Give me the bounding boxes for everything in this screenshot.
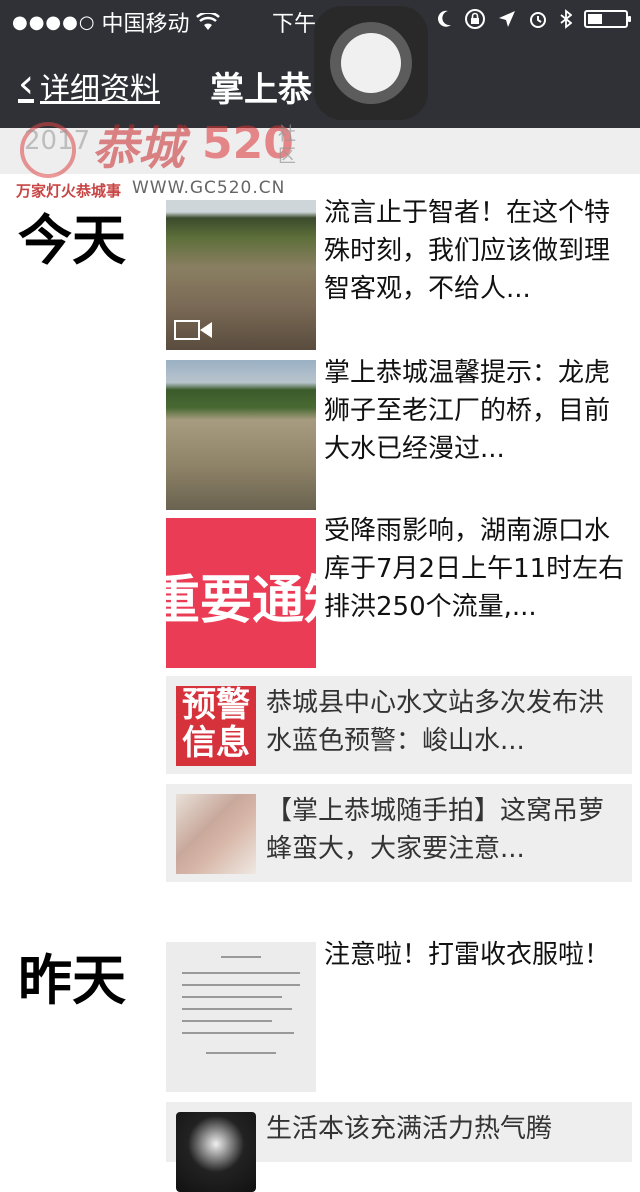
battery-icon xyxy=(584,10,631,28)
article-title: 受降雨影响，湖南源口水库于7月2日上午11时左右排洪250个流量,... xyxy=(324,516,625,622)
back-label: 详细资料 xyxy=(40,72,160,107)
badge-line-1: 预警 xyxy=(182,686,250,725)
wifi-icon xyxy=(195,13,220,30)
location-icon xyxy=(499,11,515,27)
section-label-yesterday: 昨天 xyxy=(18,949,126,1012)
warning-badge: 预警 信息 xyxy=(176,686,256,766)
watermark-url: WWW.GC520.CN xyxy=(132,178,286,198)
article-title: 【掌上恭城随手拍】这窝吊萝蜂蛮大，大家要注意... xyxy=(266,796,605,864)
article-title: 生活本该充满活力热气腾 xyxy=(266,1114,553,1144)
status-icons xyxy=(438,8,631,30)
article-card[interactable]: 生活本该充满活力热气腾 xyxy=(166,1102,632,1192)
rotation-lock-icon xyxy=(465,9,485,29)
article-thumbnail xyxy=(176,794,256,874)
article-title: 掌上恭城温馨提示：龙虎狮子至老江厂的桥，目前大水已经漫过... xyxy=(324,358,611,464)
watermark-community: 社区 xyxy=(278,124,296,167)
video-camera-icon xyxy=(174,318,214,342)
watermark-year: 2017 xyxy=(24,126,91,156)
assistive-touch-button[interactable] xyxy=(314,6,428,120)
thumbnail-text: 重要通知 xyxy=(166,571,316,631)
article-item[interactable]: 注意啦！打雷收衣服啦！ xyxy=(166,940,632,1092)
watermark: 2017 恭城 520 社区 万家灯火恭城事 WWW.GC520.CN xyxy=(10,112,310,207)
article-card[interactable]: 【掌上恭城随手拍】这窝吊萝蜂蛮大，大家要注意... xyxy=(166,784,632,882)
article-thumbnail xyxy=(166,200,316,350)
article-item[interactable]: 流言止于智者！在这个特殊时刻，我们应该做到理智客观，不给人... xyxy=(166,198,632,350)
article-thumbnail xyxy=(166,360,316,510)
status-time: 下午 xyxy=(272,12,317,37)
moon-icon xyxy=(438,10,451,27)
signal-strength-icon: ●●●●○ xyxy=(12,11,96,33)
chevron-left-icon: ‹ xyxy=(18,61,34,107)
article-thumbnail xyxy=(176,1112,256,1192)
article-thumbnail xyxy=(166,942,316,1092)
carrier-name: 中国移动 xyxy=(101,12,190,37)
article-title: 流言止于智者！在这个特殊时刻，我们应该做到理智客观，不给人... xyxy=(324,198,611,304)
carrier-info: ●●●●○ 中国移动 xyxy=(12,6,220,38)
article-item[interactable]: 重要通知 受降雨影响，湖南源口水库于7月2日上午11时左右排洪250个流量,..… xyxy=(166,516,632,668)
article-item[interactable]: 掌上恭城温馨提示：龙虎狮子至老江厂的桥，目前大水已经漫过... xyxy=(166,358,632,510)
alarm-icon xyxy=(530,12,546,28)
watermark-name: 恭城 xyxy=(92,121,184,175)
bluetooth-icon xyxy=(560,9,572,29)
section-label-today: 今天 xyxy=(18,209,126,272)
article-title: 恭城县中心水文站多次发布洪水蓝色预警：峻山水... xyxy=(266,688,605,756)
page-title: 掌上恭 xyxy=(210,70,312,110)
badge-line-2: 信息 xyxy=(182,723,250,763)
article-title: 注意啦！打雷收衣服啦！ xyxy=(324,940,611,970)
article-thumbnail: 重要通知 xyxy=(166,518,316,668)
back-button[interactable]: ‹ 详细资料 xyxy=(18,64,160,108)
article-card[interactable]: 预警 信息 恭城县中心水文站多次发布洪水蓝色预警：峻山水... xyxy=(166,676,632,774)
